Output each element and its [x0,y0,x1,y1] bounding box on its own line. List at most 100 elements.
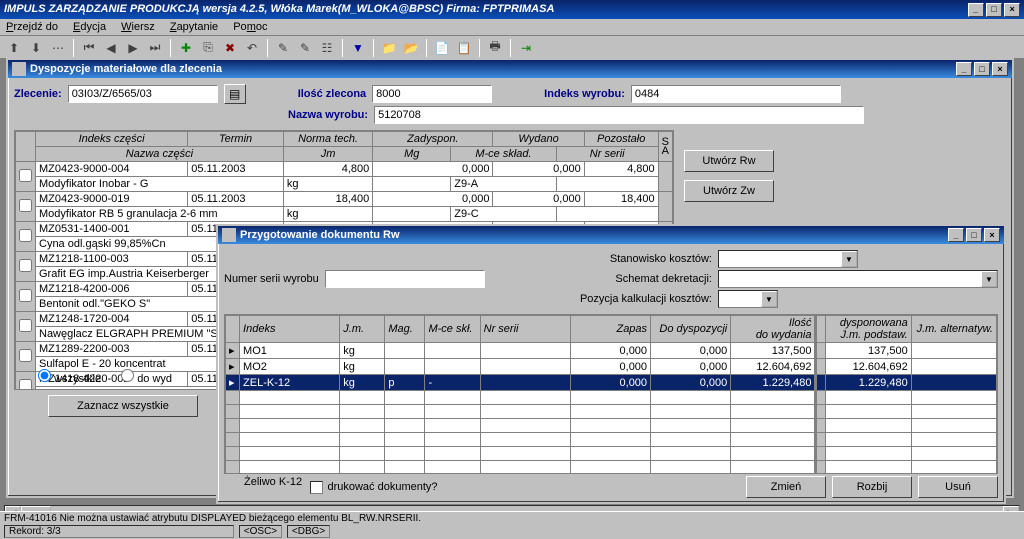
statusbar: FRM-41016 Nie można ustawiać atrybutu DI… [0,511,1024,539]
win2-maximize[interactable]: □ [966,228,982,242]
toolbar-up-icon[interactable]: ⬆ [4,38,24,58]
zlecenie-lookup-button[interactable]: ▤ [224,84,246,104]
col-termin: Termin [188,132,284,147]
zmien-button[interactable]: Zmień [746,476,826,498]
toolbar-tree-icon[interactable]: ☷ [317,38,337,58]
pozycja-combo[interactable]: ▼ [718,290,778,308]
toolbar-doc2-icon[interactable]: 📋 [454,38,474,58]
rozbij-button[interactable]: Rozbij [832,476,912,498]
row-checkbox[interactable] [19,349,32,362]
toolbar-prev-icon[interactable]: ◀ [101,38,121,58]
nazwa-wyrobu-input[interactable] [374,106,864,124]
win1-maximize[interactable]: □ [974,62,990,76]
toolbar-edit2-icon[interactable]: ✎ [295,38,315,58]
toolbar-folder1-icon[interactable]: 📁 [379,38,399,58]
table-row[interactable]: Modyfikator Inobar - GkgZ9-A [16,177,673,192]
toolbar-down-icon[interactable]: ⬇ [26,38,46,58]
win2-close[interactable]: × [984,228,1000,242]
table-row [226,419,997,433]
radio-dowyd[interactable]: do wyd [121,369,172,385]
toolbar-copy-icon[interactable]: ⎘ [198,38,218,58]
ilosc-zlecona-label: Ilość zlecona [298,88,366,100]
toolbar-undo-icon[interactable]: ↶ [242,38,262,58]
radio-wszystkie[interactable]: wszystkie [38,369,101,385]
toolbar-edit1-icon[interactable]: ✎ [273,38,293,58]
menu-zapytanie[interactable]: Zapytanie [164,19,224,35]
rw-grid[interactable]: Indeks J.m. Mag. M-ce skł. Nr serii Zapa… [224,314,998,474]
menu-pomoc[interactable]: Pomoc [227,19,273,35]
table-row[interactable]: ▸MO2kg0,0000,00012.604,69212.604,692 [226,359,997,375]
row-checkbox[interactable] [19,319,32,332]
utworz-zw-button[interactable]: Utwórz Zw [684,180,774,202]
win2-minimize[interactable]: _ [948,228,964,242]
zlecenie-label: Zlecenie: [14,88,62,100]
toolbar-last-icon[interactable]: ⏭ [145,38,165,58]
rw-col-nrs: Nr serii [480,316,570,343]
toolbar-new-icon[interactable]: ✚ [176,38,196,58]
close-button[interactable]: × [1004,3,1020,17]
stanowisko-label: Stanowisko kosztów: [580,253,712,265]
table-row [226,461,997,475]
table-row[interactable]: ▸MO1kg0,0000,000137,500137,500 [226,343,997,359]
usun-button[interactable]: Usuń [918,476,998,498]
menubar: Przejdź do Edycja Wiersz Zapytanie Pomoc [0,19,1024,36]
table-row[interactable]: Modyfikator RB 5 granulacja 2-6 mmkgZ9-C [16,207,673,222]
zlecenie-input[interactable] [68,85,218,103]
row-checkbox[interactable] [19,169,32,182]
col-sa: SA [658,132,672,162]
menu-przejdz[interactable]: Przejdź do [0,19,64,35]
col-indeks: Indeks części [36,132,188,147]
indeks-wyrobu-label: Indeks wyrobu: [544,88,625,100]
toolbar-print-icon[interactable]: 🖶 [485,38,505,58]
toolbar-exit-icon[interactable]: ⇥ [516,38,536,58]
ilosc-zlecona-input[interactable] [372,85,492,103]
window-icon [12,62,26,76]
window-dyspozycje-titlebar[interactable]: Dyspozycje materiałowe dla zlecenia _ □ … [8,60,1012,78]
table-row[interactable]: ▸ZEL-K-12kgp-0,0000,0001.229,4801.229,48… [226,375,997,391]
menu-edycja[interactable]: Edycja [67,19,112,35]
table-row[interactable]: MZ0423-9000-00405.11.20034,8000,0000,000… [16,162,673,177]
window-icon [222,228,236,242]
toolbar-doc1-icon[interactable]: 📄 [432,38,452,58]
col-norma: Norma tech. [283,132,372,147]
win1-close[interactable]: × [992,62,1008,76]
table-row [226,433,997,447]
toolbar-first-icon[interactable]: ⏮ [79,38,99,58]
window-rw-titlebar[interactable]: Przygotowanie dokumentu Rw _ □ × [218,226,1004,244]
indeks-wyrobu-input[interactable] [631,85,841,103]
toolbar-ellipsis-icon[interactable]: ⋯ [48,38,68,58]
rw-col-dodysp: Do dyspozycji [651,316,731,343]
toolbar-filter-icon[interactable]: ▼ [348,38,368,58]
toolbar-next-icon[interactable]: ▶ [123,38,143,58]
row-checkbox[interactable] [19,229,32,242]
col-mce: M-ce skład. [451,147,557,162]
row-checkbox[interactable] [19,259,32,272]
row-checkbox[interactable] [19,289,32,302]
table-row[interactable]: MZ0423-9000-01905.11.200318,4000,0000,00… [16,192,673,207]
numer-serii-label: Numer serii wyrobu [224,273,319,285]
rw-col-dowyd: Ilośćdo wydania [731,316,816,343]
rw-col-jmp: dysponowanaJ.m. podstaw. [826,316,911,343]
minimize-button[interactable]: _ [968,3,984,17]
utworz-rw-button[interactable]: Utwórz Rw [684,150,774,172]
menu-wiersz[interactable]: Wiersz [115,19,161,35]
stanowisko-combo[interactable]: ▼ [718,250,858,268]
status-dbg: <DBG> [287,525,330,538]
row-checkbox[interactable] [19,199,32,212]
workspace: Dyspozycje materiałowe dla zlecenia _ □ … [0,58,1024,523]
toolbar-folder2-icon[interactable]: 📂 [401,38,421,58]
schemat-combo[interactable]: ▼ [718,270,998,288]
col-wydano: Wydano [493,132,584,147]
status-osc: <OSC> [239,525,282,538]
rw-col-jm: J.m. [340,316,385,343]
zaznacz-wszystkie-button[interactable]: Zaznacz wszystkie [48,395,198,417]
win1-minimize[interactable]: _ [956,62,972,76]
drukowac-checkbox[interactable]: drukować dokumenty? [310,481,437,493]
numer-serii-input[interactable] [325,270,485,288]
table-row [226,447,997,461]
toolbar: ⬆ ⬇ ⋯ ⏮ ◀ ▶ ⏭ ✚ ⎘ ✖ ↶ ✎ ✎ ☷ ▼ 📁 📂 📄 📋 🖶 … [0,36,1024,60]
maximize-button[interactable]: □ [986,3,1002,17]
rw-col-jma: J.m. alternatyw. [911,316,996,343]
status-rekord: Rekord: 3/3 [4,525,234,538]
toolbar-delete-icon[interactable]: ✖ [220,38,240,58]
